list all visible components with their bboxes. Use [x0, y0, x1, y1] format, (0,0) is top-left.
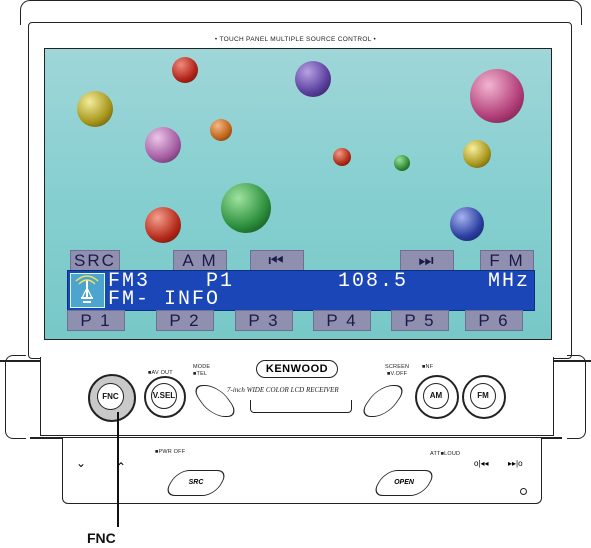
- brand-logo: KENWOOD: [256, 360, 338, 378]
- ball-decoration: [450, 207, 484, 241]
- ball-decoration: [145, 127, 181, 163]
- antenna-icon: [70, 273, 105, 308]
- ball-decoration: [463, 140, 491, 168]
- seek-back-button[interactable]: ⏮: [250, 250, 304, 271]
- ball-decoration: [295, 61, 331, 97]
- seek-back-icon[interactable]: o|◂◂: [474, 459, 489, 468]
- src-hard-label: SRC: [188, 479, 204, 486]
- ball-decoration: [394, 155, 410, 171]
- panel-recess: [250, 400, 352, 413]
- reset-hole-icon: [520, 488, 527, 495]
- screen-label: SCREEN: [385, 364, 410, 370]
- ball-decoration: [77, 91, 113, 127]
- src-button[interactable]: SRC: [70, 250, 120, 271]
- fnc-button[interactable]: FNC: [97, 383, 124, 410]
- ball-decoration: [172, 57, 198, 83]
- av-out-label: ■AV OUT: [148, 370, 173, 376]
- info-text: FM- INFO: [108, 288, 221, 311]
- ball-decoration: [333, 148, 351, 166]
- seek-forward-icon[interactable]: ▸▸|o: [508, 459, 523, 468]
- frequency-text: 108.5: [338, 270, 409, 293]
- mode-label: MODE: [193, 364, 211, 370]
- src-hard-button[interactable]: SRC: [162, 470, 230, 496]
- pwr-off-label: ■PWR OFF: [155, 449, 186, 455]
- ball-decoration: [470, 69, 524, 123]
- preset-button-5[interactable]: P 5: [391, 310, 449, 331]
- model-subtitle: 7-inch WIDE COLOR LCD RECEIVER: [227, 386, 339, 394]
- ball-decoration: [221, 183, 271, 233]
- ball-decoration: [145, 207, 181, 243]
- callout-label: FNC: [87, 530, 116, 546]
- ball-decoration: [210, 119, 232, 141]
- unit-text: MHz: [488, 270, 531, 293]
- am-hard-button[interactable]: AM: [423, 383, 449, 409]
- att-loud-label: ATT■LOUD: [430, 451, 461, 457]
- radio-display: FM3 P1 108.5 MHz FM- INFO: [67, 270, 535, 311]
- preset-button-3[interactable]: P 3: [235, 310, 293, 331]
- fm-button[interactable]: F M: [480, 250, 534, 271]
- volume-down-icon[interactable]: ⌄: [76, 456, 86, 470]
- preset-button-4[interactable]: P 4: [313, 310, 371, 331]
- tel-label: ■TEL: [193, 371, 208, 377]
- vsel-button[interactable]: V.SEL: [151, 383, 177, 409]
- bezel-caption: • TOUCH PANEL MULTIPLE SOURCE CONTROL •: [214, 36, 377, 43]
- nf-label: ■NF: [422, 364, 434, 370]
- seek-forward-button[interactable]: ⏭: [400, 250, 454, 271]
- open-label: OPEN: [394, 479, 414, 486]
- am-button[interactable]: A M: [173, 250, 227, 271]
- bottom-drawer: [62, 438, 542, 504]
- fm-hard-button[interactable]: FM: [470, 383, 496, 409]
- open-button[interactable]: OPEN: [370, 470, 438, 496]
- voff-label: ■V.OFF: [387, 371, 408, 377]
- side-bracket-left: [5, 355, 26, 439]
- preset-button-1[interactable]: P 1: [67, 310, 125, 331]
- touch-screen[interactable]: SRC A M ⏮ ⏭ F M FM3 P1 108.5 MHz FM- INF…: [44, 48, 552, 340]
- side-bracket-right: [567, 355, 586, 439]
- callout-line: [117, 412, 119, 527]
- preset-button-6[interactable]: P 6: [465, 310, 523, 331]
- preset-button-2[interactable]: P 2: [156, 310, 214, 331]
